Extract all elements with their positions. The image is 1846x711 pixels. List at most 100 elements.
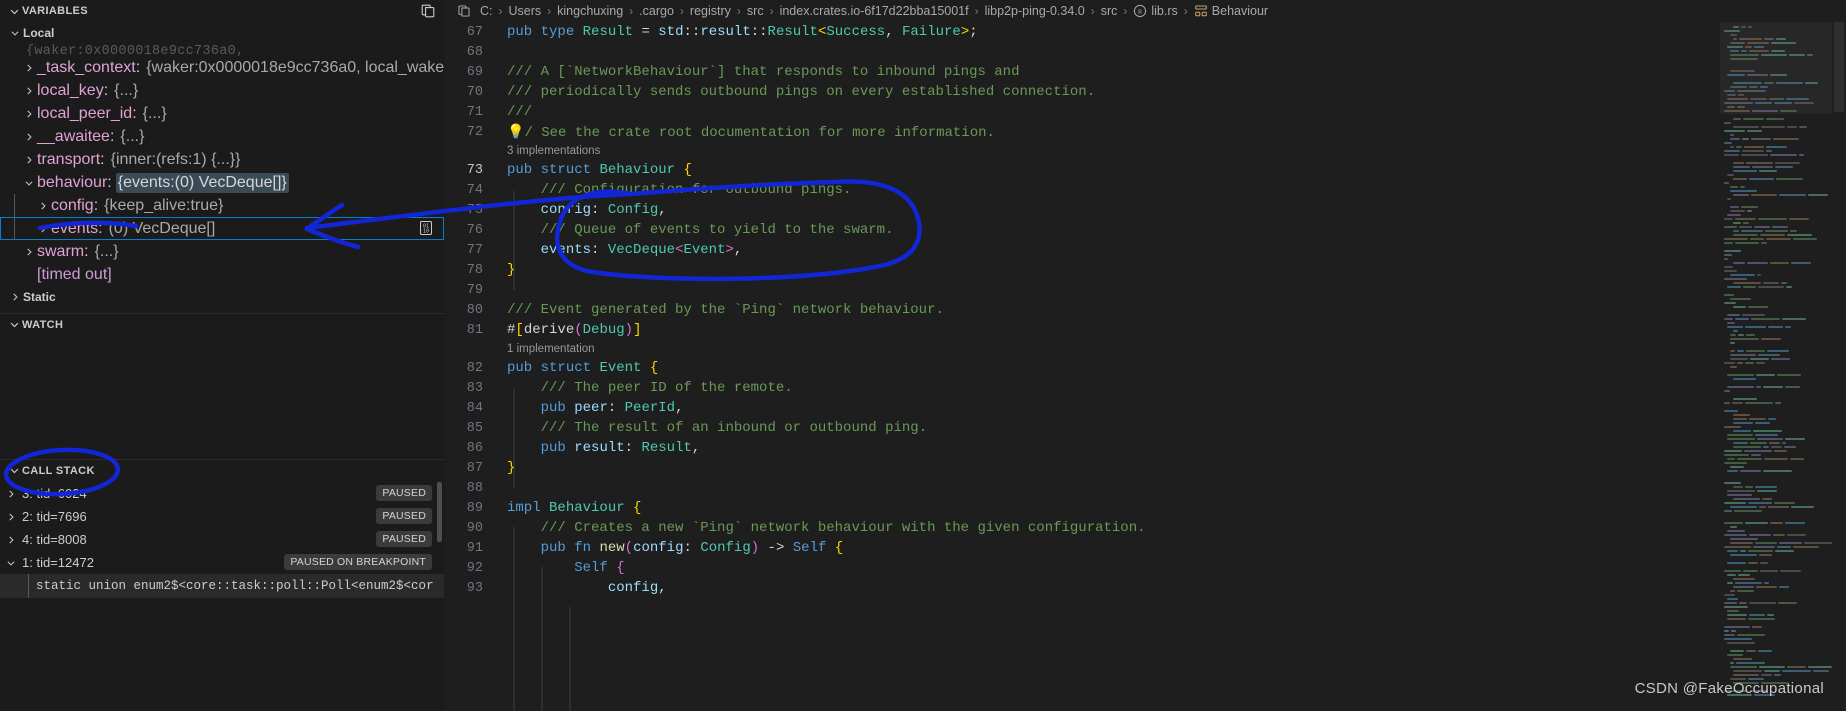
line-text: pub type Result = std::result::Result<Su…: [507, 24, 978, 40]
call-stack-thread-row[interactable]: 3: tid=6024 PAUSED: [0, 482, 444, 505]
variable-row-config[interactable]: config : {keep_alive:true}: [0, 194, 444, 217]
variable-row-awaitee[interactable]: __awaitee : {...}: [0, 125, 444, 148]
line-text: /// The peer ID of the remote.: [540, 380, 793, 396]
chevron-down-icon[interactable]: [6, 317, 22, 333]
variable-row-task-context[interactable]: _task_context : {waker:0x0000018e9cc736a…: [0, 56, 444, 79]
code-editor: C: › Users › kingchuxing › .cargo › regi…: [445, 0, 1846, 711]
minimap-line: [1720, 482, 1832, 485]
line-text: #[derive(Debug)]: [507, 322, 642, 338]
lightbulb-icon[interactable]: 💡: [507, 125, 524, 141]
breadcrumb-item-src2[interactable]: src: [1100, 4, 1119, 18]
minimap-segment: [1760, 234, 1785, 236]
codelens-implementations-behaviour[interactable]: 3 implementations: [445, 142, 1846, 160]
minimap-slider[interactable]: [1720, 22, 1832, 114]
minimap-line: [1720, 294, 1832, 297]
chevron-right-icon[interactable]: [20, 247, 37, 257]
minimap-segment: [1778, 602, 1797, 604]
minimap-segment: [1733, 430, 1751, 432]
minimap-segment: [1737, 634, 1765, 636]
chevron-down-icon[interactable]: [20, 178, 37, 188]
variables-scope-static[interactable]: Static: [0, 286, 444, 308]
split-editor-icon[interactable]: [449, 4, 479, 18]
line-text: pub peer: PeerId,: [540, 400, 684, 416]
variable-row-swarm[interactable]: swarm : {...}: [0, 240, 444, 263]
variable-row-events[interactable]: events : (0) VecDeque[] 01 10: [0, 217, 444, 240]
chevron-down-icon[interactable]: [6, 463, 22, 479]
call-stack-thread-row-active[interactable]: 1: tid=12472 PAUSED ON BREAKPOINT: [0, 551, 444, 574]
chevron-right-icon[interactable]: [20, 109, 37, 119]
code-content[interactable]: 67 pub type Result = std::result::Result…: [445, 22, 1846, 711]
minimap-segment: [1740, 186, 1745, 188]
call-stack-thread-row[interactable]: 2: tid=7696 PAUSED: [0, 505, 444, 528]
minimap-line: [1720, 322, 1832, 325]
breadcrumb-item-registry[interactable]: registry: [689, 4, 732, 18]
minimap-segment: [1756, 374, 1775, 376]
minimap-segment: [1724, 522, 1743, 524]
editor-scrollbar-thumb[interactable]: [1834, 22, 1844, 112]
chevron-right-icon[interactable]: [20, 63, 37, 73]
breadcrumb-item-users[interactable]: Users: [508, 4, 543, 18]
chevron-right-icon[interactable]: [6, 292, 23, 302]
minimap-line: [1720, 458, 1832, 461]
call-stack-thread-row[interactable]: 4: tid=8008 PAUSED: [0, 528, 444, 551]
chevron-right-icon[interactable]: [0, 535, 22, 545]
watch-panel-header[interactable]: WATCH: [0, 313, 444, 335]
minimap[interactable]: [1720, 22, 1832, 711]
chevron-right-icon[interactable]: [20, 155, 37, 165]
breadcrumb-file-label: lib.rs: [1151, 4, 1178, 18]
variable-row-behaviour[interactable]: behaviour : {events:(0) VecDeque[]}: [0, 171, 444, 194]
variable-row-local-key[interactable]: local_key : {...}: [0, 79, 444, 102]
variables-scope-local[interactable]: Local: [0, 22, 444, 44]
split-editor-icon[interactable]: [420, 3, 436, 19]
minimap-segment: [1790, 458, 1804, 460]
call-stack-scrollbar[interactable]: [437, 482, 442, 542]
minimap-segment: [1724, 606, 1748, 608]
minimap-segment: [1790, 230, 1797, 232]
variable-row-local-peer-id[interactable]: local_peer_id : {...}: [0, 102, 444, 125]
codelens-implementations-event[interactable]: 1 implementation: [445, 340, 1846, 358]
minimap-segment: [1761, 242, 1767, 244]
minimap-segment: [1743, 118, 1764, 120]
variable-row-transport[interactable]: transport : {inner:(refs:1) {...}}: [0, 148, 444, 171]
minimap-line: [1720, 214, 1832, 217]
chevron-right-icon[interactable]: [20, 132, 37, 142]
chevron-down-icon[interactable]: [6, 28, 23, 38]
minimap-line: [1720, 606, 1832, 609]
minimap-line: [1720, 538, 1832, 541]
chevron-right-icon[interactable]: [0, 512, 22, 522]
breadcrumb-item-cargo[interactable]: .cargo: [638, 4, 675, 18]
minimap-segment: [1724, 182, 1729, 184]
chevron-right-icon[interactable]: [34, 201, 51, 211]
breadcrumb-item-libfile[interactable]: R lib.rs: [1132, 4, 1178, 18]
minimap-segment: [1777, 546, 1791, 548]
code-line-75: 75 config: Config,: [445, 200, 1846, 220]
minimap-line: [1720, 306, 1832, 309]
breadcrumb-item-index-crates-io[interactable]: index.crates.io-6f17d22bba15001f: [779, 4, 970, 18]
chevron-right-icon[interactable]: [0, 489, 22, 499]
minimap-line: [1720, 578, 1832, 581]
breadcrumb-item-kingchuxing[interactable]: kingchuxing: [556, 4, 624, 18]
variables-panel-header[interactable]: VARIABLES: [0, 0, 444, 22]
line-text: /// periodically sends outbound pings on…: [507, 84, 1096, 100]
minimap-line: [1720, 594, 1832, 597]
breadcrumb-item-symbol[interactable]: Behaviour: [1193, 4, 1269, 18]
line-number: 67: [466, 24, 483, 40]
minimap-segment: [1730, 210, 1745, 212]
call-stack-frame-row[interactable]: static union enum2$<core::task::poll::Po…: [0, 574, 444, 598]
chevron-down-icon[interactable]: [6, 3, 22, 19]
minimap-segment: [1730, 358, 1748, 360]
breadcrumb-item-src[interactable]: src: [746, 4, 765, 18]
chevron-right-icon[interactable]: [20, 86, 37, 96]
minimap-segment: [1730, 542, 1753, 544]
breadcrumb-item-libp2p-ping[interactable]: libp2p-ping-0.34.0: [984, 4, 1086, 18]
call-stack-panel-header[interactable]: CALL STACK: [0, 459, 444, 481]
editor-scrollbar[interactable]: [1832, 22, 1846, 711]
chevron-down-icon[interactable]: [0, 558, 22, 568]
minimap-segment: [1733, 586, 1754, 588]
minimap-line: [1720, 254, 1832, 257]
binary-data-icon[interactable]: 01 10: [418, 220, 434, 236]
breadcrumb-item-drive[interactable]: C:: [479, 4, 494, 18]
chevron-right-icon[interactable]: [34, 224, 51, 234]
minimap-segment: [1754, 542, 1777, 544]
minimap-segment: [1733, 118, 1741, 120]
